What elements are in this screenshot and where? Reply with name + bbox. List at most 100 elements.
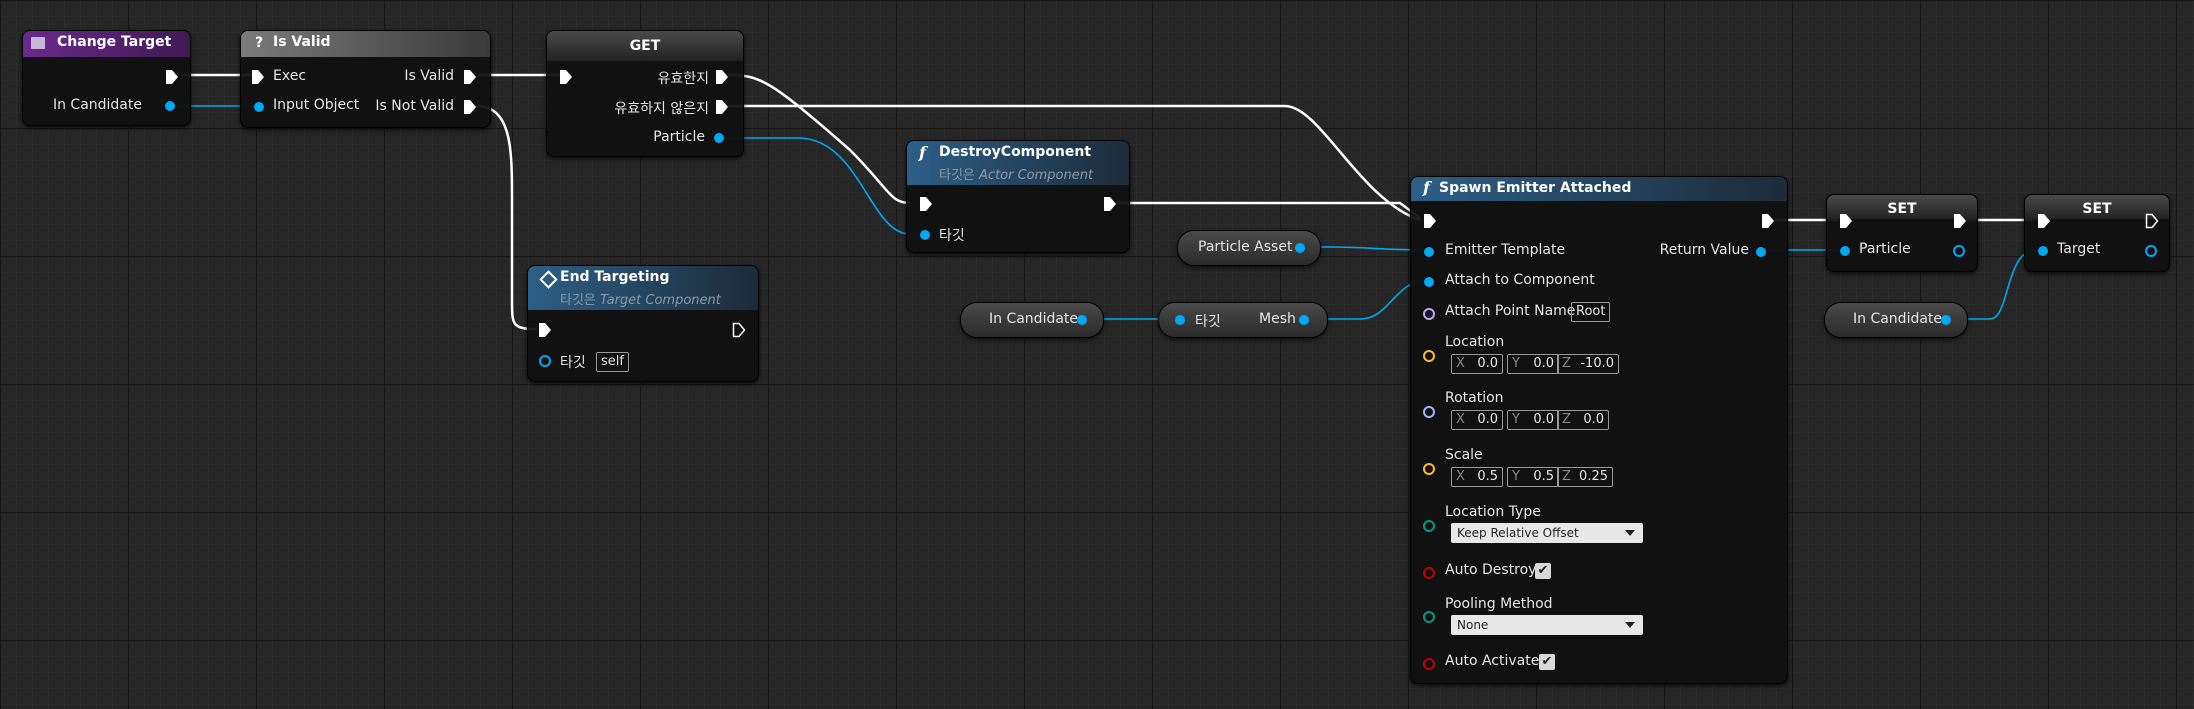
rotation-z-field[interactable]: Z 0.0 (1557, 410, 1609, 430)
particle-asset-getter[interactable]: Particle Asset (1177, 230, 1321, 266)
set2-exec-in-pin[interactable] (2037, 213, 2051, 229)
pooling-method-pin[interactable] (1423, 611, 1435, 623)
mesh-getter-mesh-pin[interactable] (1299, 315, 1309, 325)
set2-target-pin[interactable] (2038, 246, 2048, 256)
scale-z-field[interactable]: Z 0.25 (1557, 467, 1613, 487)
is-valid-exec-pin[interactable] (463, 69, 477, 85)
in-candidate-getter-pin[interactable] (1077, 315, 1087, 325)
in-candidate-label: In Candidate (52, 97, 142, 113)
set-target-node[interactable]: SET Target (2024, 194, 2170, 272)
spawn-title: Spawn Emitter Attached (1439, 180, 1632, 196)
location-type-pin[interactable] (1423, 520, 1435, 532)
get-node[interactable]: GET 유효한지 유효하지 않은지 Particle (546, 30, 744, 157)
spawn-emitter-attached-node[interactable]: f Spawn Emitter Attached Emitter Templat… (1410, 176, 1788, 684)
destroy-subtitle: 타깃은 Actor Component (939, 168, 1094, 183)
destroy-component-node[interactable]: f DestroyComponent 타깃은 Actor Component 타… (906, 140, 1130, 253)
scale-y-field[interactable]: Y 0.5 (1507, 467, 1559, 487)
exec-label: Exec (273, 68, 307, 84)
chevron-down-icon (1625, 530, 1635, 536)
set2-target-out-pin[interactable] (2145, 245, 2157, 257)
rotation-x-field[interactable]: X 0.0 (1451, 410, 1503, 430)
end-targeting-exec-out-pin[interactable] (732, 322, 746, 338)
destroy-exec-out-pin[interactable] (1103, 196, 1117, 212)
rotation-y-field[interactable]: Y 0.0 (1507, 410, 1559, 430)
end-targeting-node[interactable]: End Targeting 타깃은 Target Component 타깃 se… (527, 265, 759, 382)
end-targeting-target-value[interactable]: self (596, 352, 629, 372)
attach-point-name-pin[interactable] (1423, 308, 1435, 320)
scale-x-field[interactable]: X 0.5 (1451, 467, 1503, 487)
function-icon (31, 37, 45, 49)
attach-to-component-pin[interactable] (1424, 277, 1434, 287)
get-title: GET (629, 38, 661, 54)
mesh-getter-mesh-label: Mesh (1259, 311, 1296, 327)
set2-exec-out-pin[interactable] (2145, 213, 2159, 229)
in-candidate-pin[interactable] (165, 101, 175, 111)
exec-in-pin[interactable] (251, 69, 265, 85)
mesh-getter-target-pin[interactable] (1175, 315, 1185, 325)
input-object-pin[interactable] (254, 102, 264, 112)
set1-exec-out-pin[interactable] (1953, 213, 1967, 229)
location-y-field[interactable]: Y 0.0 (1507, 354, 1559, 374)
change-target-node[interactable]: Change Target In Candidate (22, 30, 191, 126)
location-type-dropdown[interactable]: Keep Relative Offset (1451, 523, 1643, 543)
auto-destroy-pin[interactable] (1423, 567, 1435, 579)
emitter-template-label: Emitter Template (1445, 242, 1566, 258)
particle-asset-label: Particle Asset (1198, 239, 1293, 255)
wire-exec-destroy-spawn (1116, 201, 1421, 219)
in-candidate-getter-2[interactable]: In Candidate (1824, 302, 1968, 338)
get-not-valid-label: 유효하지 않은지 (614, 101, 709, 117)
attach-point-name-value[interactable]: Root (1571, 302, 1611, 322)
set1-exec-in-pin[interactable] (1839, 213, 1853, 229)
get-not-valid-exec-pin[interactable] (715, 99, 729, 115)
end-targeting-target-pin[interactable] (539, 355, 551, 367)
pooling-method-label: Pooling Method (1445, 596, 1553, 612)
in-candidate-getter-2-pin[interactable] (1941, 315, 1951, 325)
particle-asset-pin[interactable] (1295, 243, 1305, 253)
scale-label: Scale (1445, 447, 1483, 463)
emitter-template-pin[interactable] (1424, 247, 1434, 257)
destroy-target-label: 타깃 (939, 228, 965, 244)
auto-activate-label: Auto Activate (1445, 653, 1540, 669)
auto-activate-pin[interactable] (1423, 658, 1435, 670)
get-valid-exec-pin[interactable] (715, 69, 729, 85)
rotation-pin[interactable] (1423, 406, 1435, 418)
is-not-valid-exec-pin[interactable] (463, 99, 477, 115)
spawn-header: f Spawn Emitter Attached (1411, 177, 1787, 201)
end-targeting-target-label: 타깃 (560, 355, 586, 371)
wire-exec-valid-destroy (727, 73, 911, 205)
set1-particle-pin[interactable] (1840, 246, 1850, 256)
end-targeting-subtitle: 타깃은 Target Component (560, 293, 721, 308)
spawn-exec-in-pin[interactable] (1423, 213, 1437, 229)
auto-activate-checkbox[interactable]: ✔ (1539, 654, 1555, 670)
chevron-down-icon (1625, 622, 1635, 628)
pooling-method-dropdown[interactable]: None (1451, 615, 1643, 635)
is-valid-node[interactable]: ? Is Valid Exec Input Object Is Valid Is… (240, 30, 491, 128)
scale-pin[interactable] (1423, 463, 1435, 475)
set1-particle-label: Particle (1859, 241, 1911, 257)
location-pin[interactable] (1423, 350, 1435, 362)
location-x-field[interactable]: X 0.0 (1451, 354, 1503, 374)
destroy-exec-in-pin[interactable] (919, 196, 933, 212)
location-type-label: Location Type (1445, 504, 1541, 520)
set-particle-node[interactable]: SET Particle (1826, 194, 1978, 272)
end-targeting-exec-in-pin[interactable] (538, 322, 552, 338)
auto-destroy-checkbox[interactable]: ✔ (1535, 563, 1551, 579)
auto-destroy-label: Auto Destroy (1445, 562, 1537, 578)
change-target-title: Change Target (57, 34, 172, 50)
is-not-valid-label: Is Not Valid (375, 98, 454, 114)
return-value-pin[interactable] (1756, 247, 1766, 257)
destroy-target-pin[interactable] (920, 230, 930, 240)
get-exec-in-pin[interactable] (559, 69, 573, 85)
spawn-exec-out-pin[interactable] (1761, 213, 1775, 229)
mesh-getter-target-label: 타깃 (1195, 314, 1221, 330)
exec-out-pin[interactable] (165, 69, 179, 85)
set1-particle-out-pin[interactable] (1953, 245, 1965, 257)
is-valid-label: Is Valid (404, 68, 454, 84)
get-header: GET (547, 31, 743, 61)
question-icon: ? (255, 35, 264, 51)
mesh-getter[interactable]: 타깃 Mesh (1158, 302, 1328, 338)
location-z-field[interactable]: Z -10.0 (1557, 354, 1619, 374)
get-particle-pin[interactable] (714, 133, 724, 143)
in-candidate-getter[interactable]: In Candidate (960, 302, 1104, 338)
location-label: Location (1445, 334, 1505, 350)
